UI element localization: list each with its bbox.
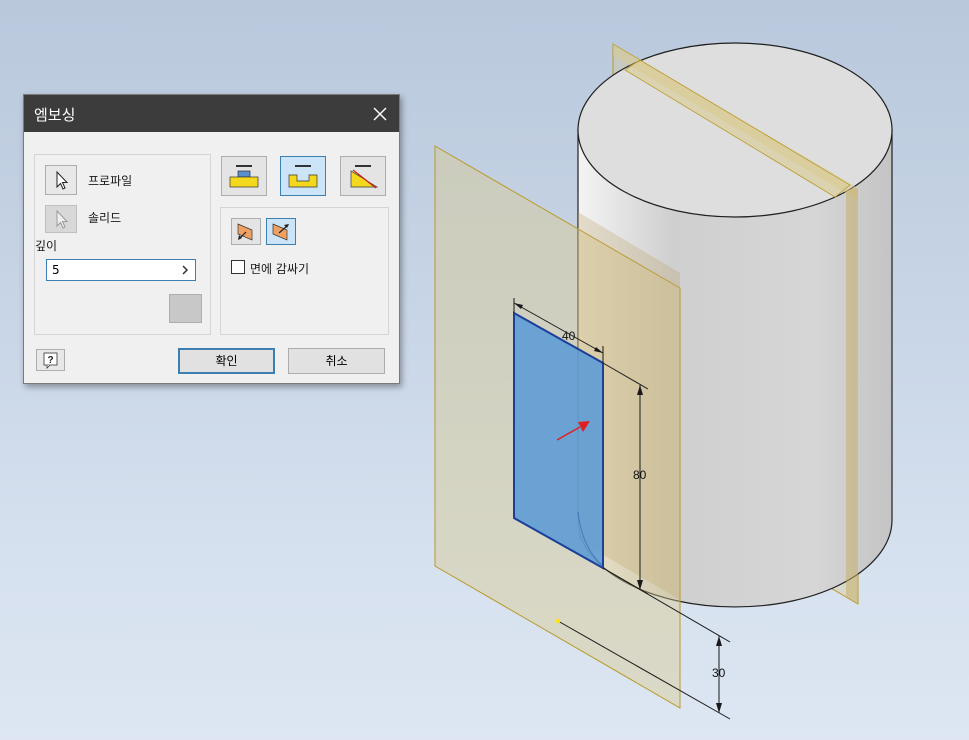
ok-button[interactable]: 확인 <box>178 348 275 374</box>
engrave-from-face-button[interactable] <box>280 156 326 196</box>
dialog-title: 엠보싱 <box>34 106 76 124</box>
solid-select-button <box>45 205 77 233</box>
cursor-arrow-icon <box>56 170 69 190</box>
plane-section-side <box>846 188 858 604</box>
profile-select-button[interactable] <box>45 165 77 195</box>
emboss-dialog: 엠보싱 프로파일 솔리드 깊이 5 면에 감싸기 ? 확인 취소 <box>23 94 400 384</box>
dimension-offset-label: 30 <box>712 666 726 680</box>
solid-label: 솔리드 <box>88 211 122 225</box>
help-button[interactable]: ? <box>36 349 65 371</box>
taper-swatch-button[interactable] <box>169 294 202 323</box>
sketch-point[interactable] <box>555 618 561 624</box>
emboss-plane-icon <box>350 165 379 189</box>
emboss-raise-icon <box>229 165 259 188</box>
dimension-width-label: 40 <box>562 329 576 343</box>
direction-flip-icon <box>237 223 253 241</box>
emboss-engrave-from-plane-button[interactable] <box>340 156 386 196</box>
profile-label: 프로파일 <box>88 174 133 188</box>
options-group: 면에 감싸기 <box>220 207 389 335</box>
dimension-height-label: 80 <box>633 468 647 482</box>
direction-2-button[interactable] <box>266 218 296 245</box>
cursor-arrow-icon <box>56 209 69 229</box>
dialog-title-bar[interactable]: 엠보싱 <box>24 95 399 132</box>
direction-1-button[interactable] <box>231 218 261 245</box>
close-icon[interactable] <box>369 103 391 125</box>
chevron-right-icon[interactable] <box>175 260 195 280</box>
direction-icon <box>272 223 289 241</box>
svg-text:?: ? <box>48 355 54 366</box>
wrap-face-label: 면에 감싸기 <box>250 262 310 276</box>
cancel-button[interactable]: 취소 <box>288 348 385 374</box>
help-icon: ? <box>43 352 58 369</box>
depth-input[interactable]: 5 <box>46 259 196 281</box>
wrap-face-checkbox[interactable] <box>231 260 245 274</box>
engrave-icon <box>288 165 318 188</box>
depth-label: 깊이 <box>35 239 58 253</box>
emboss-from-face-button[interactable] <box>221 156 267 196</box>
